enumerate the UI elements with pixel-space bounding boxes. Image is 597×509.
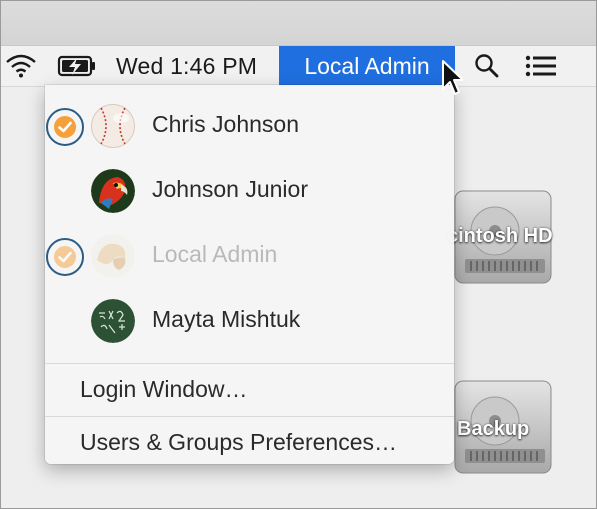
menu-bar: Wed 1:46 PM Local Admin [1,46,596,87]
menu-item-user-current: Local Admin [45,225,454,287]
wifi-icon[interactable] [1,46,41,86]
logged-in-check-icon [54,246,76,268]
parrot-avatar [91,169,135,213]
user-name: Chris Johnson [152,111,300,137]
battery-charging-icon[interactable] [55,46,99,86]
menu-separator [45,416,454,417]
screenshot-frame: cintosh HD Backup Wed 1:46 PM Local Admi… [0,0,597,509]
logged-in-check-icon [54,116,76,138]
login-window-item[interactable]: Login Window… [80,376,247,403]
window-top-area [1,1,596,46]
user-name: Johnson Junior [152,176,308,202]
menu-item-user[interactable]: Johnson Junior [45,160,454,222]
users-groups-preferences-item[interactable]: Users & Groups Preferences… [80,429,397,456]
baseball-avatar [91,104,135,148]
menu-item-user[interactable]: Mayta Mishtuk [45,290,454,352]
menu-separator [45,363,454,364]
drive-label[interactable]: cintosh HD [447,225,553,248]
spotlight-search-icon[interactable] [471,46,503,86]
user-name: Local Admin [152,241,278,267]
chalkboard-avatar [91,299,135,343]
mouse-cursor-icon [442,60,463,95]
user-name: Mayta Mishtuk [152,306,301,332]
drive-label[interactable]: Backup [457,418,529,441]
menubar-clock[interactable]: Wed 1:46 PM [116,46,257,86]
notification-center-icon[interactable] [521,46,561,86]
fortune-cookie-avatar [91,234,135,278]
fast-user-switching-menu[interactable]: Local Admin [279,46,455,86]
menu-item-user[interactable]: Chris Johnson [45,95,454,157]
user-switching-dropdown: Chris Johnson Johnson Junior Local Admin… [45,85,454,464]
